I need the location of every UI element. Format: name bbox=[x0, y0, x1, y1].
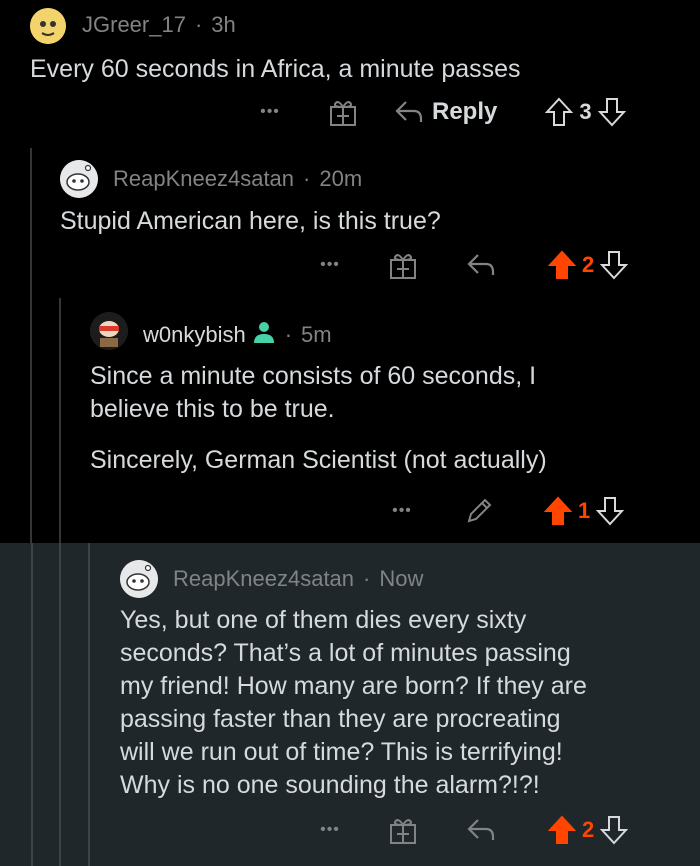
vote-count: 2 bbox=[582, 252, 595, 277]
more-options-button[interactable]: ••• bbox=[310, 256, 350, 274]
user-avatar[interactable] bbox=[30, 8, 66, 44]
reply-icon bbox=[467, 254, 495, 275]
upvote-arrow-icon bbox=[545, 97, 574, 126]
comment-line: Yes, but one of them dies every sixty bbox=[120, 606, 527, 634]
downvote-button[interactable] bbox=[600, 250, 629, 280]
upvote-arrow-icon bbox=[544, 496, 572, 525]
award-button[interactable] bbox=[328, 97, 358, 127]
comment-body: Since a minute consists of 60 seconds, I… bbox=[90, 360, 547, 477]
user-avatar[interactable] bbox=[120, 560, 158, 598]
timestamp: 5m bbox=[301, 322, 332, 347]
more-options-button[interactable]: ••• bbox=[250, 103, 290, 121]
vote-count: 3 bbox=[579, 99, 592, 124]
comment-meta: ReapKneez4satan · 20m bbox=[113, 166, 362, 192]
award-button[interactable] bbox=[388, 815, 418, 845]
upvote-arrow-icon bbox=[548, 250, 576, 279]
comment-line: believe this to be true. bbox=[90, 395, 335, 423]
vote-count: 2 bbox=[582, 817, 595, 842]
comment-line: Since a minute consists of 60 seconds, I bbox=[90, 362, 537, 390]
comment-line: Why is no one sounding the alarm?!?! bbox=[120, 771, 540, 799]
thread-line-level-1[interactable] bbox=[30, 148, 32, 543]
timestamp: Now bbox=[379, 566, 424, 591]
separator-dot: · bbox=[194, 12, 203, 37]
thread-line-level-3-hl[interactable] bbox=[88, 543, 90, 866]
upvote-arrow-icon bbox=[548, 815, 576, 844]
username[interactable]: ReapKneez4satan bbox=[173, 566, 354, 592]
gift-icon bbox=[390, 254, 416, 279]
vote-count: 1 bbox=[578, 498, 591, 523]
downvote-arrow-icon bbox=[596, 497, 625, 526]
comment-meta: w0nkybish · 5m bbox=[143, 320, 332, 350]
snoo-avatar-icon bbox=[120, 560, 158, 598]
comment-meta: ReapKneez4satan · Now bbox=[173, 566, 423, 592]
comment-actions: ••• 2 bbox=[310, 245, 629, 285]
pencil-icon bbox=[467, 498, 492, 523]
edit-button[interactable] bbox=[464, 496, 494, 526]
gift-icon bbox=[390, 819, 416, 844]
comment-body: Every 60 seconds in Africa, a minute pas… bbox=[30, 53, 521, 86]
user-avatar[interactable] bbox=[90, 312, 128, 350]
comment-line: my friend! How many are born? If they ar… bbox=[120, 672, 587, 700]
reply-button[interactable]: Reply bbox=[394, 98, 497, 126]
reply-button[interactable] bbox=[466, 252, 496, 278]
snoo-avatar-icon bbox=[60, 160, 98, 198]
reply-icon bbox=[467, 819, 495, 840]
thread-line-level-2[interactable] bbox=[59, 298, 61, 543]
comment-line: Sincerely, German Scientist (not actuall… bbox=[90, 446, 547, 474]
separator-dot: · bbox=[303, 166, 311, 191]
username[interactable]: w0nkybish bbox=[143, 322, 246, 348]
downvote-button[interactable] bbox=[597, 97, 626, 127]
upvote-button[interactable] bbox=[548, 250, 576, 280]
person-icon bbox=[253, 322, 274, 343]
comment-actions: ••• 2 bbox=[310, 810, 629, 850]
op-badge bbox=[252, 320, 276, 350]
upvote-button[interactable] bbox=[545, 97, 574, 127]
thread-line-level-2-hl[interactable] bbox=[59, 543, 61, 866]
timestamp: 3h bbox=[211, 12, 236, 37]
username[interactable]: ReapKneez4satan bbox=[113, 166, 294, 192]
reply-button[interactable] bbox=[466, 817, 496, 843]
downvote-arrow-icon bbox=[600, 251, 629, 280]
snoo-avatar-icon bbox=[90, 312, 128, 350]
comment-body: Stupid American here, is this true? bbox=[60, 205, 441, 238]
separator-dot: · bbox=[284, 322, 293, 347]
comment-line: will we run out of time? This is terrify… bbox=[120, 738, 563, 766]
comment-body: Yes, but one of them dies every sixty se… bbox=[120, 604, 587, 802]
gift-icon bbox=[330, 101, 356, 126]
upvote-button[interactable] bbox=[544, 496, 572, 526]
comment-actions: ••• Reply 3 bbox=[250, 92, 626, 132]
username[interactable]: JGreer_17 bbox=[82, 12, 186, 38]
award-button[interactable] bbox=[388, 250, 418, 280]
reply-icon bbox=[395, 101, 423, 122]
separator-dot: · bbox=[363, 566, 371, 591]
downvote-button[interactable] bbox=[600, 815, 629, 845]
comment-meta: JGreer_17 · 3h bbox=[82, 12, 236, 38]
timestamp: 20m bbox=[319, 166, 363, 191]
cat-avatar-icon bbox=[30, 8, 66, 44]
comment-line: passing faster than they are procreating bbox=[120, 705, 561, 733]
downvote-arrow-icon bbox=[597, 98, 626, 127]
thread-line-level-1-hl[interactable] bbox=[31, 543, 33, 866]
downvote-button[interactable] bbox=[596, 496, 625, 526]
user-avatar[interactable] bbox=[60, 160, 98, 198]
more-options-button[interactable]: ••• bbox=[382, 502, 422, 520]
comment-line: seconds? That’s a lot of minutes passing bbox=[120, 639, 571, 667]
comment-actions: ••• 1 bbox=[382, 491, 625, 531]
comment-line: Every 60 seconds in Africa, a minute pas… bbox=[30, 55, 521, 83]
reply-label: Reply bbox=[432, 98, 498, 125]
comment-line: Stupid American here, is this true? bbox=[60, 207, 441, 235]
upvote-button[interactable] bbox=[548, 815, 576, 845]
downvote-arrow-icon bbox=[600, 816, 629, 845]
more-options-button[interactable]: ••• bbox=[310, 821, 350, 839]
